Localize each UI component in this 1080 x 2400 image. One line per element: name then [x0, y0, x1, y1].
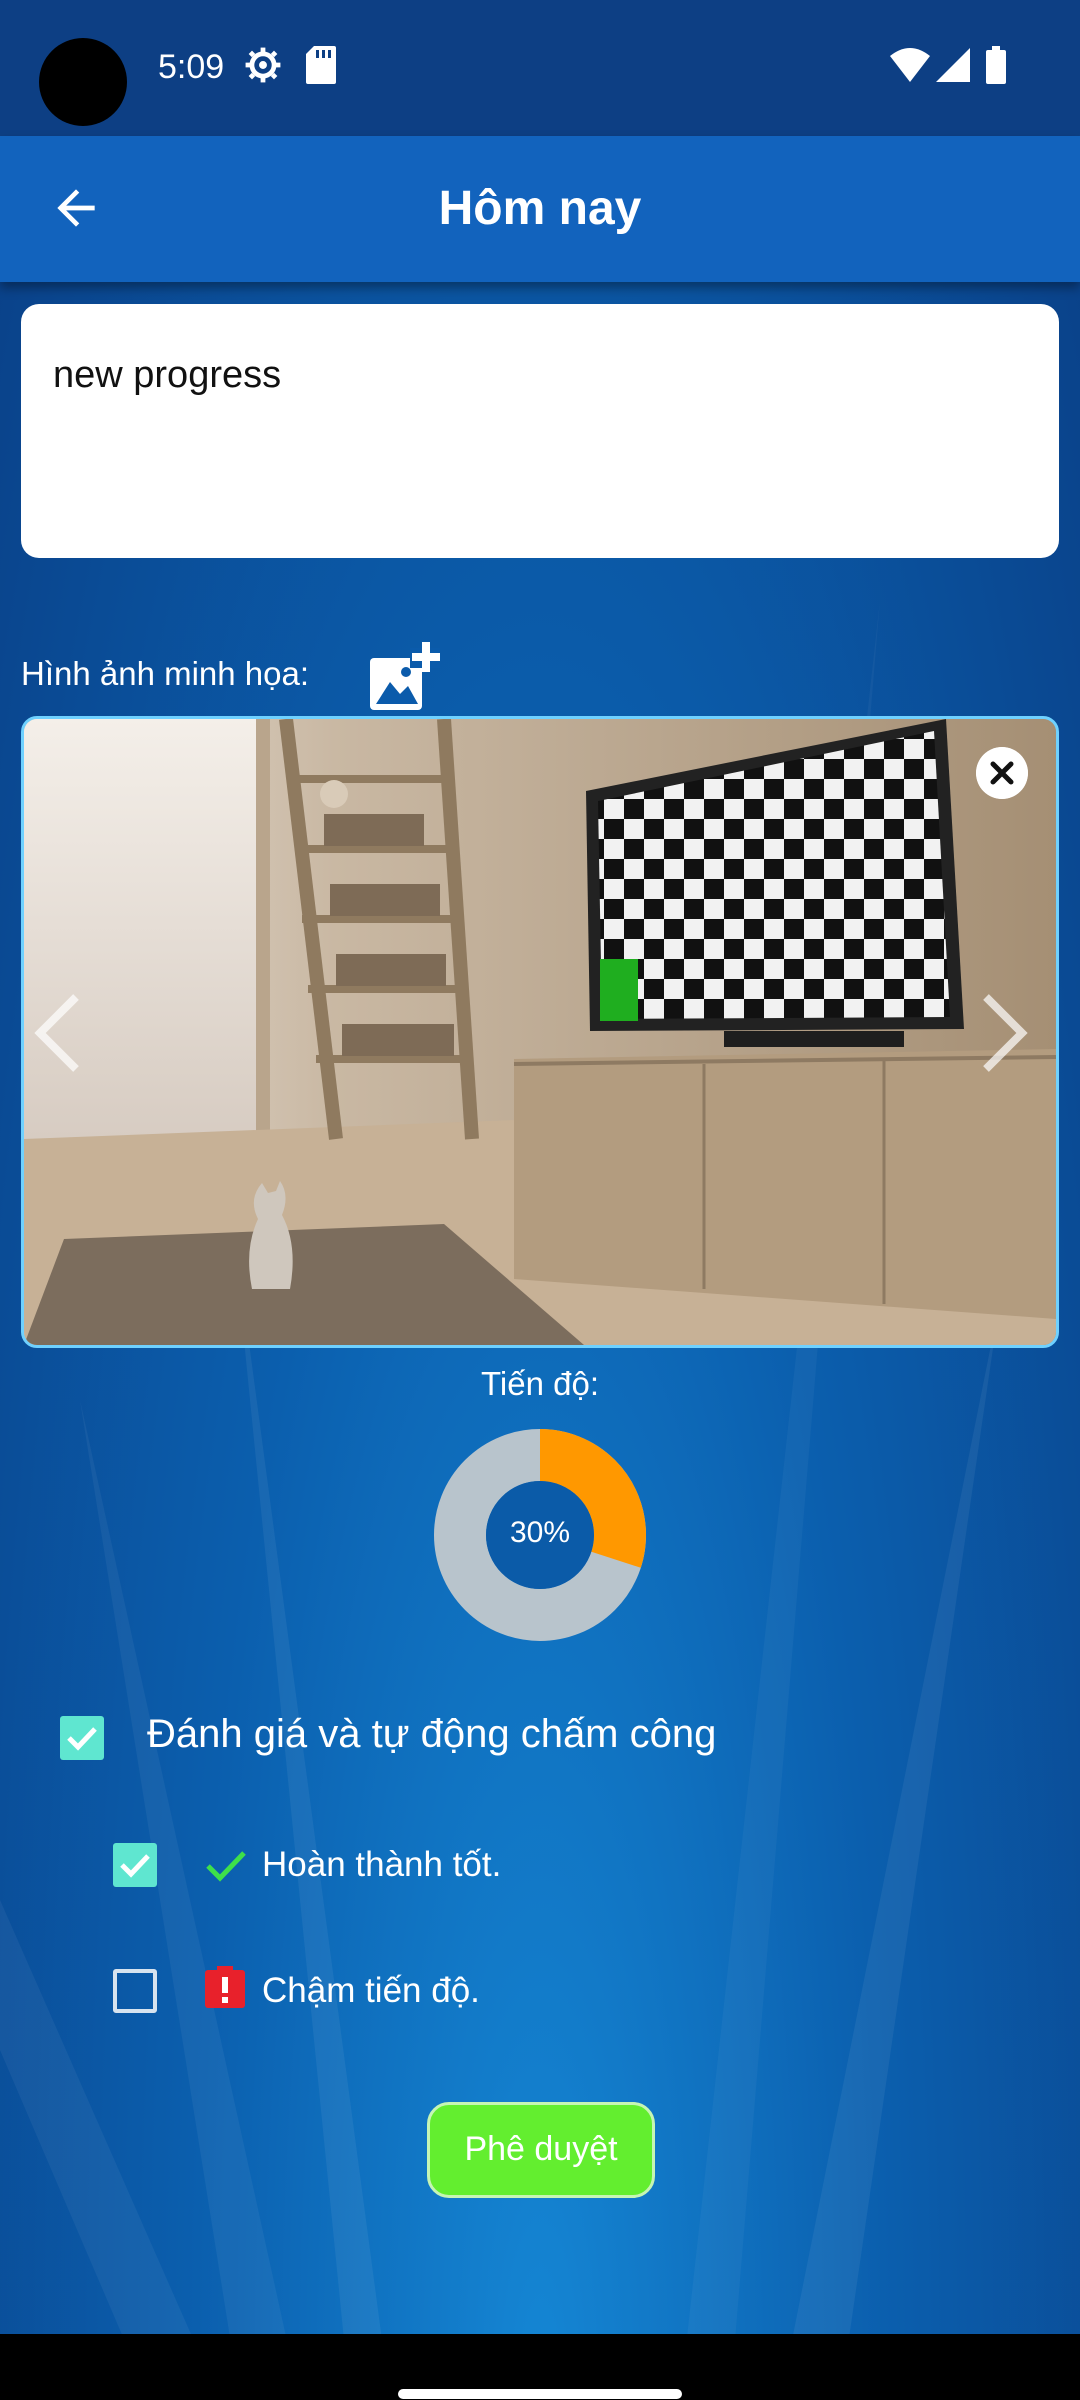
camera-cutout [39, 38, 127, 126]
completed-well-checkbox[interactable] [113, 1843, 157, 1887]
page-title: Hôm nay [438, 182, 642, 235]
back-arrow-icon[interactable] [48, 180, 104, 236]
approve-button[interactable]: Phê duyệt [427, 2102, 655, 2198]
illustration-image [24, 719, 1056, 1345]
checkmark-icon [67, 1727, 97, 1751]
wifi-icon [890, 48, 930, 82]
previous-image-arrow-icon[interactable] [32, 993, 82, 1073]
behind-schedule-checkbox[interactable] [113, 1969, 157, 2013]
alert-icon [205, 1966, 245, 2008]
settings-gear-icon [245, 47, 281, 83]
behind-schedule-label: Chậm tiến độ. [262, 1971, 480, 2010]
description-value: new progress [53, 354, 282, 396]
app-bar: Hôm nay [0, 136, 1080, 282]
auto-attendance-label: Đánh giá và tự động chấm công [147, 1712, 717, 1756]
images-label: Hình ảnh minh họa: [21, 655, 310, 692]
add-image-icon[interactable] [370, 642, 440, 710]
check-icon [206, 1851, 246, 1882]
progress-percent: 30% [509, 1516, 571, 1549]
checkmark-icon [120, 1854, 150, 1878]
completed-well-label: Hoàn thành tốt. [262, 1845, 502, 1884]
next-image-arrow-icon[interactable] [980, 993, 1030, 1073]
status-bar: 5:09 [0, 0, 1080, 136]
auto-attendance-checkbox[interactable] [60, 1716, 104, 1760]
status-time: 5:09 [158, 48, 225, 86]
sd-card-icon [306, 46, 336, 84]
description-field[interactable]: new progress [21, 304, 1059, 558]
home-gesture-pill[interactable] [398, 2389, 682, 2399]
remove-image-close-icon[interactable] [976, 747, 1028, 799]
battery-icon [986, 46, 1006, 84]
cell-signal-icon [936, 48, 970, 82]
progress-label: Tiến độ: [480, 1365, 599, 1402]
image-gallery[interactable] [21, 716, 1059, 1348]
